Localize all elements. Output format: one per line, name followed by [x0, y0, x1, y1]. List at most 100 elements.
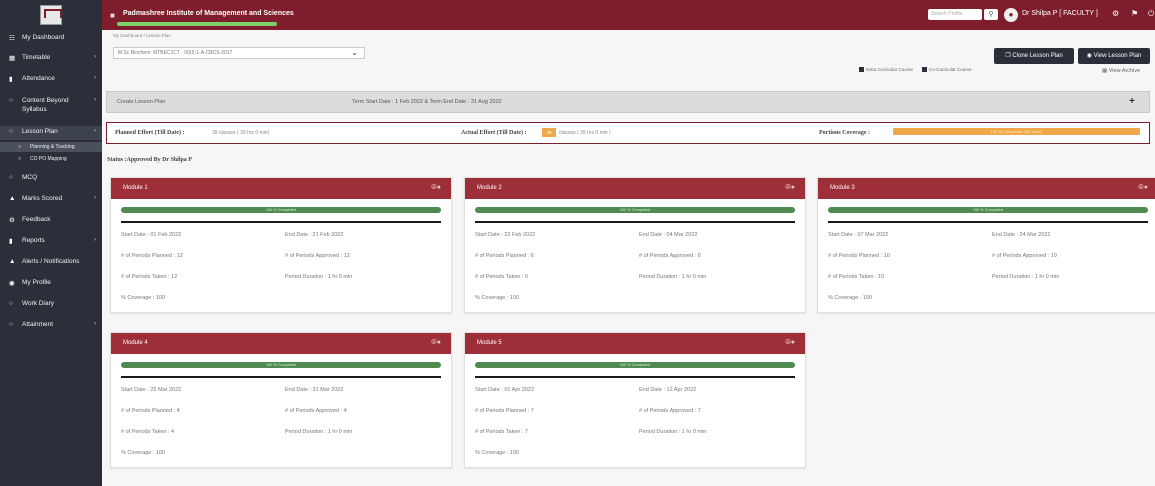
sidebar-item-planning-tracking[interactable]: ○ Planning & Tracking [0, 142, 102, 152]
view-lesson-plan-label: View Lesson Plan [1093, 53, 1142, 59]
actual-effort-label: Actual Effort (Till Date) : [461, 130, 527, 136]
end-date: End Date : 24 Mar 2022 [992, 232, 1051, 238]
sidebar-item-label: Planning & Tracking [30, 144, 75, 150]
sidebar-item-content-beyond-syllabus[interactable]: ○ Content Beyond Syllabus › [0, 96, 102, 120]
end-date: End Date : 21 Feb 2022 [285, 232, 344, 238]
divider [121, 221, 441, 223]
sidebar-item-attainment[interactable]: ○ Attainment › [0, 321, 102, 333]
module-row: # of Periods Taken : 10 Period Duration :… [818, 267, 1155, 288]
circle-icon: ○ [9, 300, 13, 307]
sidebar-item-label: Attainment [22, 321, 54, 328]
period-duration: Period Duration : 1 hr 0 min [639, 429, 707, 435]
end-date: End Date : 04 Mar 2022 [639, 232, 698, 238]
sidebar-item-label: Work Diary [22, 300, 55, 307]
notification-icon[interactable]: ⚑ [1131, 9, 1138, 18]
period-duration: Period Duration : 1 hr 0 min [285, 274, 353, 280]
sidebar-item-lesson-plan[interactable]: ○ Lesson Plan › [0, 126, 102, 140]
file-icon: ▮ [9, 238, 13, 245]
planned-effort-label: Planned Effort (Till Date) : [115, 130, 185, 136]
module-actions: ⦾● [785, 339, 795, 347]
module-card: Module 3 ⦾● 100 % Completed Start Date : 07… [817, 177, 1155, 313]
sidebar-item-reports[interactable]: ▮ Reports › [0, 237, 102, 249]
module-title: Module 4 [123, 340, 148, 346]
course-select[interactable]: M.Sc Biochem: MTBEC1CT · 00(I)-1-A-CBCS-… [113, 47, 365, 59]
legend-swatch [859, 67, 864, 73]
sidebar-item-my-profile[interactable]: ◉ My Profile [0, 279, 102, 291]
sidebar-item-timetable[interactable]: ▦ Timetable › [0, 54, 102, 66]
chart-icon: ▮ [9, 76, 13, 83]
sidebar-item-label: CO PO Mapping [30, 156, 67, 162]
view-archive-label: View Archive [1108, 68, 1141, 74]
copy-icon: ❐ [1005, 53, 1011, 59]
create-lesson-plan-bar[interactable]: Create Lesson Plan Term Start Date : 1 F… [106, 91, 1150, 113]
gear-icon: ⚙ [9, 217, 15, 224]
circle-icon: ○ [9, 128, 13, 135]
sidebar-item-label: My Profile [22, 279, 51, 286]
sidebar-item-marks-scored[interactable]: ▲ Marks Scored › [0, 195, 102, 207]
module-row: Start Date : 25 Mar 2022 End Date : 31 Ma… [111, 380, 451, 401]
view-lesson-plan-button[interactable]: ◉ View Lesson Plan [1078, 48, 1150, 64]
module-card-header: Module 1 ⦾● [111, 178, 451, 199]
plus-icon[interactable]: + [1129, 96, 1135, 107]
portions-coverage-label: Portions Coverage : [819, 130, 870, 136]
sidebar-item-feedback[interactable]: ⚙ Feedback [0, 216, 102, 228]
chevron-down-icon: › [94, 128, 96, 134]
search-input[interactable]: Search Profile [928, 9, 982, 20]
user-name[interactable]: Dr Shilpa P [ FACULTY ] [1022, 10, 1098, 17]
delete-icon[interactable]: ● [1144, 184, 1148, 191]
institute-name: Padmashree Institute of Management and S… [123, 10, 294, 17]
periods-planned: # of Periods Planned : 7 [475, 408, 534, 414]
module-row: % Coverage : 100 [465, 443, 805, 467]
module-card: Module 2 ⦾● 100 % Completed Start Date : 22… [464, 177, 806, 313]
delete-icon[interactable]: ● [791, 184, 795, 191]
menu-toggle-icon[interactable]: ■ [110, 11, 115, 20]
start-date: Start Date : 01 Apr 2022 [475, 387, 535, 393]
periods-planned: # of Periods Planned : 10 [828, 253, 890, 259]
module-row: # of Periods Planned : 4 # of Periods App… [111, 401, 451, 422]
module-row: % Coverage : 100 [111, 288, 451, 312]
module-row: % Coverage : 100 [111, 443, 451, 467]
effort-summary: Planned Effort (Till Date) : 39 classes … [106, 122, 1150, 144]
delete-icon[interactable]: ● [791, 339, 795, 346]
module-card-header: Module 2 ⦾● [465, 178, 805, 199]
delete-icon[interactable]: ● [437, 184, 441, 191]
module-card-header: Module 4 ⦾● [111, 333, 451, 354]
power-icon[interactable]: ⏻ [1148, 9, 1154, 19]
breadcrumb[interactable]: My Dashboard / Lesson Plan [113, 33, 171, 38]
divider [828, 221, 1148, 223]
module-title: Module 1 [123, 185, 148, 191]
create-lesson-plan-label: Create Lesson Plan [117, 99, 166, 105]
circle-icon: ○ [9, 97, 13, 104]
institute-logo[interactable] [0, 0, 102, 30]
module-row: # of Periods Taken : 4 Period Duration : … [111, 422, 451, 443]
circle-icon: ○ [9, 321, 13, 328]
periods-planned: # of Periods Planned : 6 [475, 253, 534, 259]
sidebar-item-label: Reports [22, 237, 45, 244]
portions-coverage-bar: 100 % Completed (On Track) [893, 128, 1140, 135]
legend-extra-curricular: Extra Curricular Course [859, 67, 914, 73]
view-archive-link[interactable]: ▦ View Archive [1102, 68, 1140, 74]
chevron-right-icon: › [94, 195, 96, 201]
chevron-right-icon: › [94, 75, 96, 81]
module-actions: ⦾● [431, 339, 441, 347]
module-row: Start Date : 07 Mar 2022 End Date : 24 Ma… [818, 225, 1155, 246]
settings-icon[interactable]: ⚙ [1112, 9, 1119, 18]
sidebar-item-dashboard[interactable]: ☷ My Dashboard [0, 34, 102, 46]
periods-taken: # of Periods Taken : 12 [121, 274, 178, 280]
chevron-right-icon: › [94, 54, 96, 60]
user-avatar-icon[interactable]: ● [1004, 8, 1018, 22]
periods-taken: # of Periods Taken : 4 [121, 429, 175, 435]
clone-lesson-plan-button[interactable]: ❐ Clone Lesson Plan [994, 48, 1074, 64]
sidebar-item-mcq[interactable]: ○ MCQ [0, 174, 102, 186]
sidebar: ☷ My Dashboard ▦ Timetable › ▮ Attendanc… [0, 30, 102, 486]
module-row: # of Periods Planned : 6 # of Periods App… [465, 246, 805, 267]
sidebar-item-attendance[interactable]: ▮ Attendance › [0, 75, 102, 87]
legend-label: Extra Curricular Course [866, 67, 914, 72]
search-button[interactable]: ⚲ [984, 9, 998, 20]
sidebar-item-work-diary[interactable]: ○ Work Diary [0, 300, 102, 312]
sidebar-item-alerts[interactable]: ▲ Alerts / Notifications [0, 258, 102, 270]
sidebar-item-co-po-mapping[interactable]: ○ CO PO Mapping [0, 156, 102, 166]
start-date: Start Date : 01 Feb 2022 [121, 232, 182, 238]
delete-icon[interactable]: ● [437, 339, 441, 346]
coverage: % Coverage : 100 [121, 450, 166, 456]
